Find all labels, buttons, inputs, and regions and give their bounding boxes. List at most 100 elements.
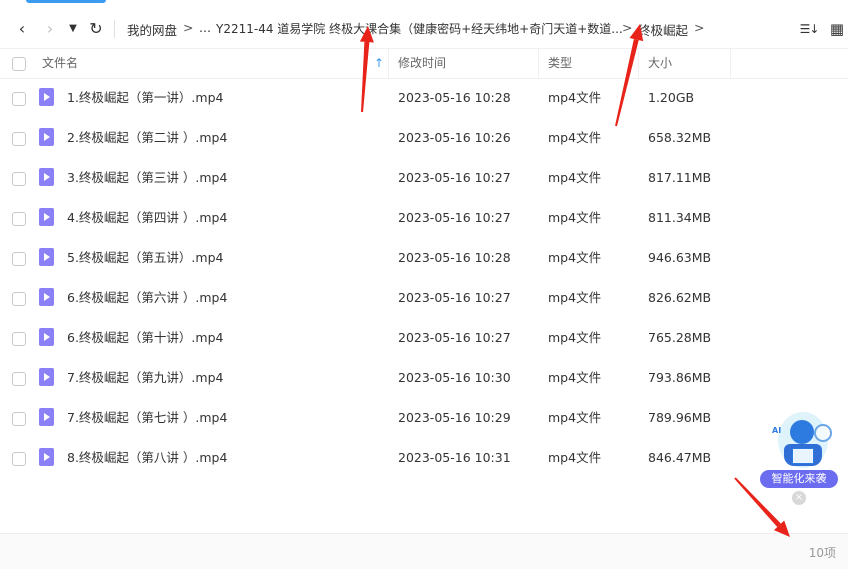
- file-modified: 2023-05-16 10:28: [398, 90, 511, 105]
- file-type: mp4文件: [548, 250, 602, 265]
- file-modified: 2023-05-16 10:26: [398, 130, 511, 145]
- file-type: mp4文件: [548, 290, 602, 305]
- status-bar: 10项: [0, 533, 848, 569]
- breadcrumb-separator: >: [183, 20, 194, 35]
- row-checkbox[interactable]: [12, 452, 26, 466]
- file-modified: 2023-05-16 10:27: [398, 170, 511, 185]
- file-type: mp4文件: [548, 170, 602, 185]
- table-row[interactable]: 1.终极崛起（第一讲）.mp4 2023-05-16 10:28 mp4文件 1.20…: [0, 78, 740, 118]
- file-size: 811.34MB: [648, 210, 712, 225]
- table-row[interactable]: 7.终极崛起（第九讲）.mp4 2023-05-16 10:30 mp4文件 793.…: [0, 358, 740, 398]
- robot-icon[interactable]: AI: [772, 412, 832, 468]
- table-row[interactable]: 6.终极崛起（第十讲）.mp4 2023-05-16 10:27 mp4文件 765.…: [0, 318, 740, 358]
- video-file-icon: [39, 88, 54, 106]
- file-name[interactable]: 4.终极崛起（第四讲 ）.mp4: [67, 198, 227, 238]
- row-checkbox[interactable]: [12, 172, 26, 186]
- back-icon[interactable]: ‹: [12, 18, 32, 38]
- file-size: 946.63MB: [648, 250, 712, 265]
- ai-assistant-widget[interactable]: AI 智能化来袭 ×: [760, 412, 840, 508]
- file-type: mp4文件: [548, 130, 602, 145]
- file-name[interactable]: 5.终极崛起（第五讲）.mp4: [67, 238, 223, 278]
- table-row[interactable]: 5.终极崛起（第五讲）.mp4 2023-05-16 10:28 mp4文件 946.…: [0, 238, 740, 278]
- video-file-icon: [39, 128, 54, 146]
- file-size: 793.86MB: [648, 370, 712, 385]
- table-row[interactable]: 8.终极崛起（第八讲 ）.mp4 2023-05-16 10:31 mp4文件 846…: [0, 438, 740, 478]
- file-size: 817.11MB: [648, 170, 712, 185]
- file-name[interactable]: 2.终极崛起（第二讲 ）.mp4: [67, 118, 227, 158]
- file-name[interactable]: 6.终极崛起（第十讲）.mp4: [67, 318, 223, 358]
- column-divider[interactable]: [388, 49, 389, 78]
- file-modified: 2023-05-16 10:27: [398, 330, 511, 345]
- file-modified: 2023-05-16 10:29: [398, 410, 511, 425]
- magnifier-icon: [814, 424, 832, 442]
- refresh-icon[interactable]: ↻: [86, 18, 106, 38]
- file-name[interactable]: 7.终极崛起（第七讲 ）.mp4: [67, 398, 227, 438]
- video-file-icon: [39, 208, 54, 226]
- video-file-icon: [39, 248, 54, 266]
- file-type: mp4文件: [548, 210, 602, 225]
- column-divider[interactable]: [638, 49, 639, 78]
- top-accent-tab: [26, 0, 106, 3]
- history-dropdown-icon[interactable]: ▼: [64, 18, 82, 38]
- breadcrumb-ellipsis[interactable]: ...: [199, 20, 211, 35]
- breadcrumb-current: 终极崛起: [638, 23, 689, 38]
- row-checkbox[interactable]: [12, 412, 26, 426]
- video-file-icon: [39, 368, 54, 386]
- file-name[interactable]: 7.终极崛起（第九讲）.mp4: [67, 358, 223, 398]
- file-size: 846.47MB: [648, 450, 712, 465]
- file-size: 789.96MB: [648, 410, 712, 425]
- file-name[interactable]: 6.终极崛起（第六讲 ）.mp4: [67, 278, 227, 318]
- breadcrumb-root[interactable]: 我的网盘: [127, 20, 177, 39]
- table-header: 文件名 ↑ 修改时间 类型 大小: [0, 48, 848, 79]
- column-header-size[interactable]: 大小: [648, 49, 672, 78]
- file-modified: 2023-05-16 10:31: [398, 450, 511, 465]
- row-checkbox[interactable]: [12, 92, 26, 106]
- video-file-icon: [39, 408, 54, 426]
- ai-badge: AI: [772, 426, 782, 435]
- row-checkbox[interactable]: [12, 252, 26, 266]
- breadcrumb-separator: >: [694, 20, 705, 35]
- file-type: mp4文件: [548, 90, 602, 105]
- file-name[interactable]: 8.终极崛起（第八讲 ）.mp4: [67, 438, 227, 478]
- file-size: 1.20GB: [648, 90, 695, 105]
- row-checkbox[interactable]: [12, 292, 26, 306]
- file-name[interactable]: 1.终极崛起（第一讲）.mp4: [67, 78, 223, 118]
- video-file-icon: [39, 288, 54, 306]
- column-header-type[interactable]: 类型: [548, 49, 572, 78]
- grid-view-icon[interactable]: ▦: [828, 20, 846, 38]
- row-checkbox[interactable]: [12, 132, 26, 146]
- table-row[interactable]: 7.终极崛起（第七讲 ）.mp4 2023-05-16 10:29 mp4文件 789…: [0, 398, 740, 438]
- file-size: 826.62MB: [648, 290, 712, 305]
- file-type: mp4文件: [548, 450, 602, 465]
- file-size: 658.32MB: [648, 130, 712, 145]
- ai-feature-button[interactable]: 智能化来袭: [760, 470, 838, 488]
- table-row[interactable]: 2.终极崛起（第二讲 ）.mp4 2023-05-16 10:26 mp4文件 658…: [0, 118, 740, 158]
- file-type: mp4文件: [548, 330, 602, 345]
- table-row[interactable]: 3.终极崛起（第三讲 ）.mp4 2023-05-16 10:27 mp4文件 817…: [0, 158, 740, 198]
- breadcrumb-separator: >: [622, 20, 633, 35]
- toolbar-divider: [114, 20, 115, 38]
- file-type: mp4文件: [548, 370, 602, 385]
- column-header-name[interactable]: 文件名: [42, 49, 78, 78]
- row-checkbox[interactable]: [12, 212, 26, 226]
- close-icon[interactable]: ×: [792, 491, 806, 505]
- table-row[interactable]: 6.终极崛起（第六讲 ）.mp4 2023-05-16 10:27 mp4文件 826…: [0, 278, 740, 318]
- file-type: mp4文件: [548, 410, 602, 425]
- table-row[interactable]: 4.终极崛起（第四讲 ）.mp4 2023-05-16 10:27 mp4文件 811…: [0, 198, 740, 238]
- select-all-checkbox[interactable]: [12, 57, 26, 71]
- forward-icon[interactable]: ›: [40, 18, 60, 38]
- file-modified: 2023-05-16 10:30: [398, 370, 511, 385]
- column-header-modified[interactable]: 修改时间: [398, 49, 446, 78]
- row-checkbox[interactable]: [12, 332, 26, 346]
- sort-ascending-icon[interactable]: ↑: [374, 49, 384, 78]
- column-divider[interactable]: [730, 49, 731, 78]
- file-modified: 2023-05-16 10:28: [398, 250, 511, 265]
- sort-icon[interactable]: ☰↓: [800, 20, 820, 38]
- item-count: 10项: [808, 546, 836, 560]
- breadcrumb-folder[interactable]: Y2211-44 道易学院 终极大课合集（健康密码+经天纬地+奇门天道+数道..…: [216, 20, 623, 37]
- file-modified: 2023-05-16 10:27: [398, 290, 511, 305]
- video-file-icon: [39, 448, 54, 466]
- file-name[interactable]: 3.终极崛起（第三讲 ）.mp4: [67, 158, 227, 198]
- column-divider[interactable]: [538, 49, 539, 78]
- row-checkbox[interactable]: [12, 372, 26, 386]
